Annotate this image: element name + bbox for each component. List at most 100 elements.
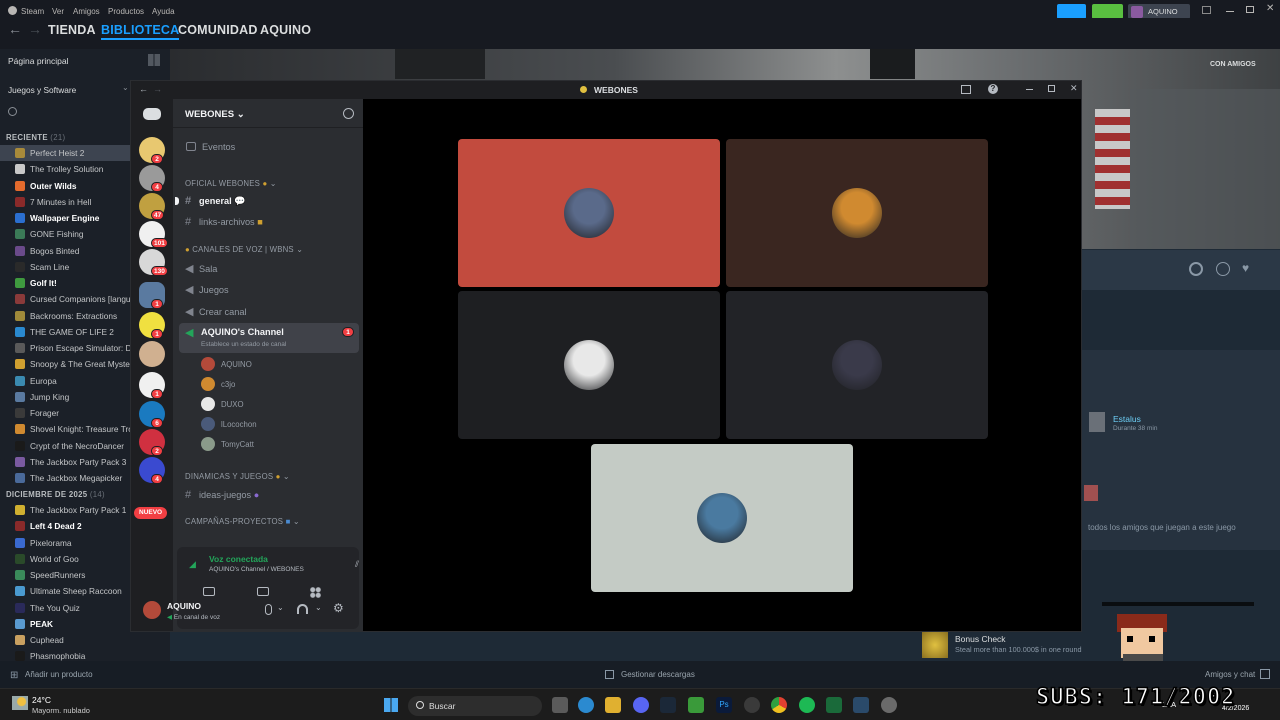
menu-friends[interactable]: Amigos [73, 7, 100, 16]
participant-tile[interactable] [726, 291, 988, 439]
chevron-down-icon[interactable]: ⌄ [315, 603, 322, 612]
library-game-item[interactable]: Europa [0, 373, 130, 389]
menu-view[interactable]: Ver [52, 7, 64, 16]
library-game-item[interactable]: Ultimate Sheep Raccoon [0, 583, 130, 599]
participant-tile[interactable] [458, 139, 720, 287]
library-game-item[interactable]: Scam Line [0, 259, 130, 275]
library-game-item[interactable]: Shovel Knight: Treasure Tro [0, 421, 130, 437]
library-game-item[interactable]: Backrooms: Extractions [0, 308, 130, 324]
search-icon[interactable] [8, 107, 17, 116]
minecraft-icon[interactable] [688, 697, 704, 713]
help-icon[interactable]: ? [988, 84, 998, 94]
inbox-icon[interactable] [961, 85, 971, 94]
participant-tile[interactable] [458, 291, 720, 439]
spotify-icon[interactable] [799, 697, 815, 713]
camera-off-icon[interactable] [203, 587, 215, 596]
photoshop-icon[interactable]: Ps [716, 697, 732, 713]
taskbar-search[interactable]: Buscar [408, 696, 542, 716]
friends-chat-link[interactable]: Amigos y chat [1205, 670, 1255, 679]
microphone-icon[interactable] [265, 604, 272, 615]
obs-icon[interactable] [744, 697, 760, 713]
voice-juegos[interactable]: ◀ Juegos [185, 283, 229, 296]
bigpicture-icon[interactable] [1202, 6, 1211, 14]
library-game-item[interactable]: World of Goo [0, 551, 130, 567]
plus-icon[interactable]: ⊞ [10, 670, 18, 681]
notifications-button[interactable] [1092, 4, 1123, 19]
announce-button[interactable] [1057, 4, 1086, 19]
library-game-item[interactable]: Wallpaper Engine [0, 210, 130, 226]
friend-name[interactable]: Estalus [1113, 414, 1141, 424]
discord-home-icon[interactable] [143, 108, 161, 120]
library-game-item[interactable]: The Jackbox Party Pack 3 [0, 454, 130, 470]
channel-general[interactable]: # general 💬 [185, 195, 246, 207]
library-game-item[interactable]: 7 Minutes in Hell [0, 194, 130, 210]
back-arrow-icon[interactable]: ← [139, 84, 148, 94]
library-game-item[interactable]: Prison Escape Simulator: D [0, 340, 130, 356]
noise-suppression-icon[interactable]: ⫽ [355, 559, 359, 570]
library-game-item[interactable]: Golf It! [0, 275, 130, 291]
active-voice-channel[interactable]: ◀ AQUINO's Channel Establece un estado d… [179, 323, 359, 353]
server-name[interactable]: WEBONES ⌄ [185, 109, 245, 120]
participant-tile[interactable] [726, 139, 988, 287]
library-game-item[interactable]: Pixelorama [0, 535, 130, 551]
add-friend-icon[interactable] [343, 108, 354, 119]
menu-steam[interactable]: Steam [21, 7, 44, 16]
forward-arrow-icon[interactable]: → [28, 21, 42, 37]
library-game-item[interactable]: The Jackbox Party Pack 1 [0, 502, 130, 518]
minimize-icon[interactable] [1026, 89, 1033, 90]
library-game-item[interactable]: Cuphead [0, 632, 130, 648]
task-view-icon[interactable] [552, 697, 568, 713]
nav-profile[interactable]: AQUINO [260, 23, 311, 37]
windows-start-icon[interactable] [384, 698, 398, 712]
nav-community[interactable]: COMUNIDAD [178, 23, 258, 37]
voice-connected-channel[interactable]: AQUINO's Channel / WEBONES [209, 566, 304, 573]
category-oficial[interactable]: OFICIAL WEBONES ● ⌄ [185, 179, 276, 188]
library-game-item[interactable]: PEAK [0, 616, 130, 632]
home-link[interactable]: Página principal [8, 56, 68, 66]
info-icon[interactable] [1216, 262, 1230, 276]
channel-links[interactable]: # links-archivos ■ [185, 216, 263, 228]
events-link[interactable]: Eventos [202, 142, 235, 152]
heart-icon[interactable]: ♥ [1242, 261, 1249, 275]
category-dinamicas[interactable]: DINAMICAS Y JUEGOS ● ⌄ [185, 472, 290, 481]
menu-products[interactable]: Productos [108, 7, 144, 16]
chrome-icon[interactable] [771, 697, 787, 713]
settings-gear-icon[interactable]: ⚙ [333, 601, 344, 615]
add-product-link[interactable]: Añadir un producto [25, 670, 93, 679]
library-game-item[interactable]: Outer Wilds [0, 178, 130, 194]
nav-store[interactable]: TIENDA [48, 23, 96, 37]
steam-icon[interactable] [660, 697, 676, 713]
grid-view-icon[interactable] [148, 54, 160, 66]
library-game-item[interactable]: GONE Fishing [0, 226, 130, 242]
library-game-item[interactable]: THE GAME OF LIFE 2 [0, 324, 130, 340]
library-game-item[interactable]: Left 4 Dead 2 [0, 518, 130, 534]
category-campanas[interactable]: CAMPAÑAS-PROYECTOS ■ ⌄ [185, 517, 300, 526]
nav-library[interactable]: BIBLIOTECA [101, 23, 180, 40]
library-game-item[interactable]: Cursed Companions [langu [0, 291, 130, 307]
screenshare-icon[interactable] [257, 587, 269, 596]
headphones-icon[interactable] [297, 604, 308, 614]
channel-ideas[interactable]: # ideas-juegos ● [185, 489, 259, 501]
voice-sala[interactable]: ◀ Sala [185, 262, 217, 275]
library-game-item[interactable]: Crypt of the NecroDancer [0, 438, 130, 454]
maximize-icon[interactable] [1246, 6, 1254, 13]
close-icon[interactable]: ✕ [1070, 83, 1078, 94]
voice-crear[interactable]: ◀ Crear canal [185, 305, 247, 318]
server-icon[interactable] [139, 341, 165, 367]
library-game-item[interactable]: The Trolley Solution [0, 161, 130, 177]
back-arrow-icon[interactable]: ← [8, 21, 22, 37]
edge-icon[interactable] [578, 697, 594, 713]
weather-temp[interactable]: 24°C [32, 695, 51, 705]
menu-help[interactable]: Ayuda [152, 7, 175, 16]
library-game-item[interactable]: Jump King [0, 389, 130, 405]
discord-icon[interactable] [633, 697, 649, 713]
settings-icon[interactable] [881, 697, 897, 713]
library-game-item[interactable]: The You Quiz [0, 600, 130, 616]
category-voice[interactable]: ● CANALES DE VOZ | WBNS ⌄ [185, 245, 303, 254]
library-game-item[interactable]: Snoopy & The Great Myste [0, 356, 130, 372]
library-game-item[interactable]: The Jackbox Megapicker [0, 470, 130, 486]
participant-tile[interactable] [591, 444, 853, 592]
library-game-item[interactable]: Forager [0, 405, 130, 421]
chevron-down-icon[interactable]: ⌄ [277, 603, 284, 612]
file-explorer-icon[interactable] [605, 697, 621, 713]
